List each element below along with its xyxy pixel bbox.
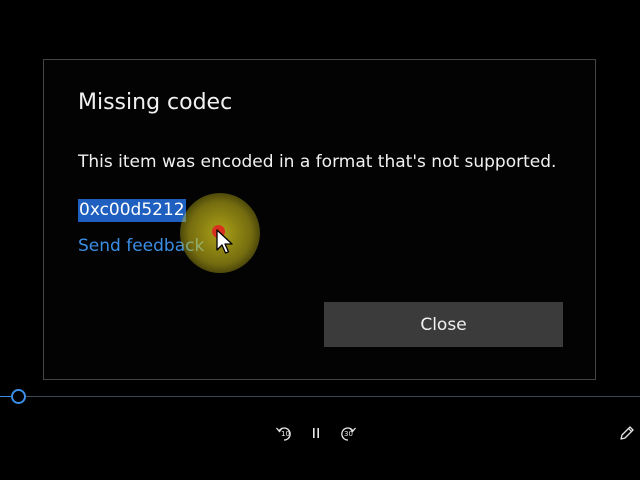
dialog-message: This item was encoded in a format that's… — [78, 152, 557, 172]
missing-codec-dialog: Missing codec This item was encoded in a… — [43, 59, 596, 380]
pause-button[interactable] — [306, 424, 326, 442]
pause-icon — [313, 428, 319, 438]
edit-button[interactable] — [617, 424, 637, 442]
pen-icon — [620, 426, 634, 440]
send-feedback-link[interactable]: Send feedback — [78, 236, 204, 256]
skip-forward-seconds: 30 — [344, 430, 353, 438]
seek-bar-track[interactable] — [0, 396, 640, 397]
seek-bar-thumb[interactable] — [11, 389, 26, 404]
dialog-title: Missing codec — [78, 90, 233, 115]
skip-forward-30-button[interactable]: 30 — [338, 424, 358, 442]
skip-back-10-button[interactable]: 10 — [274, 424, 294, 442]
skip-back-seconds: 10 — [281, 430, 290, 438]
error-code-selected-text[interactable]: 0xc00d5212 — [78, 199, 186, 222]
video-player-window: Missing codec This item was encoded in a… — [0, 0, 640, 480]
close-button[interactable]: Close — [324, 302, 563, 347]
